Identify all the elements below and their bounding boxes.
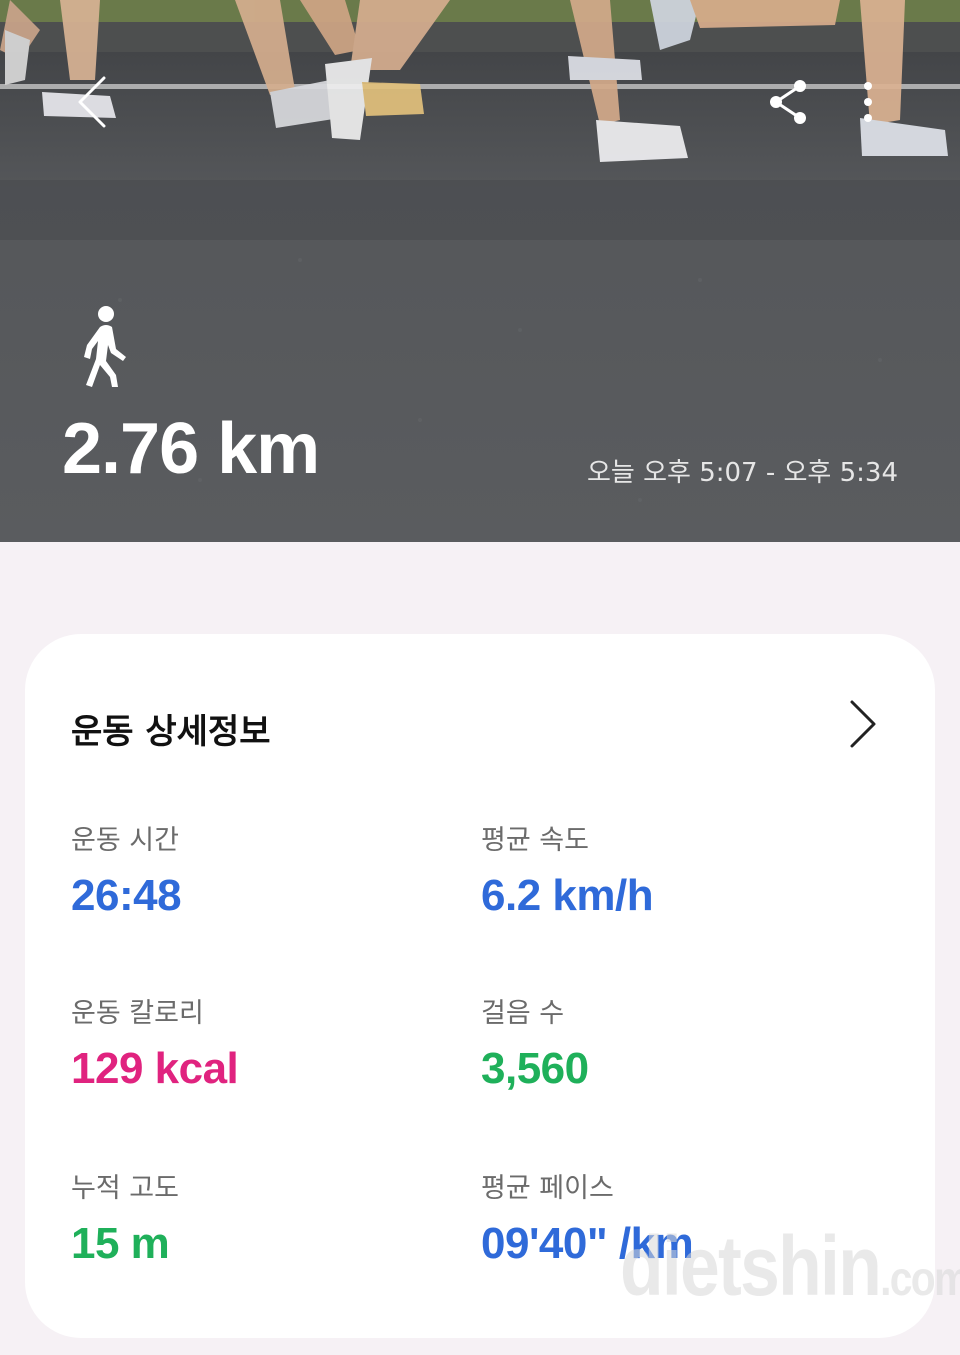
header-photo: 2.76 km 오늘 오후 5:07 - 오후 5:34 [0, 0, 960, 542]
stat-calories: 운동 칼로리 129 kcal [71, 991, 239, 1094]
stat-elevation-gain: 누적 고도 15 m [71, 1166, 179, 1269]
stat-label: 운동 칼로리 [71, 998, 204, 1029]
back-arrow-icon [78, 76, 106, 128]
watermark-brand: dietshin [620, 1219, 882, 1313]
more-options-button[interactable] [846, 72, 890, 132]
stat-workout-time: 운동 시간 26:48 [71, 818, 182, 921]
stat-value: 15 m [71, 1219, 170, 1268]
stat-steps: 걸음 수 3,560 [481, 991, 589, 1094]
stat-label: 평균 속도 [481, 825, 589, 856]
watermark-logo: dietshin.com [620, 1218, 960, 1315]
card-title: 운동 상세정보 [71, 712, 271, 752]
workout-time-range: 오늘 오후 5:07 - 오후 5:34 [587, 458, 898, 488]
stat-value: 26:48 [71, 871, 182, 920]
stat-value: 129 kcal [71, 1044, 239, 1093]
watermark-suffix: .com [880, 1253, 960, 1306]
stat-label: 평균 페이스 [481, 1173, 614, 1204]
stat-label: 누적 고도 [71, 1173, 179, 1204]
share-icon [770, 80, 806, 124]
stat-label: 걸음 수 [481, 998, 565, 1029]
details-open-button[interactable] [837, 696, 889, 752]
chevron-right-icon [850, 700, 876, 748]
stat-average-speed: 평균 속도 6.2 km/h [481, 818, 654, 921]
back-button[interactable] [60, 70, 124, 134]
more-vertical-icon [864, 82, 872, 122]
stat-label: 운동 시간 [71, 825, 179, 856]
stat-value: 6.2 km/h [481, 871, 654, 920]
share-button[interactable] [758, 72, 818, 132]
distance-value: 2.76 km [62, 409, 320, 489]
walking-person-icon [84, 306, 126, 387]
stat-value: 3,560 [481, 1044, 589, 1093]
